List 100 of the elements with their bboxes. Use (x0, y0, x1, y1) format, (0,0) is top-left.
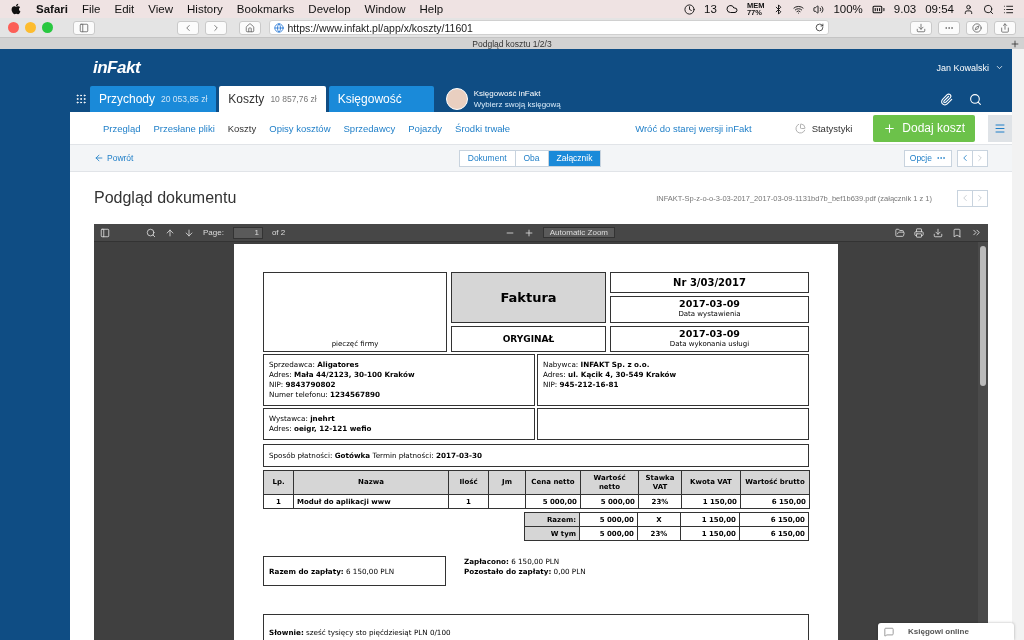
cloud-icon (725, 3, 738, 15)
apple-logo-icon[interactable] (10, 3, 22, 15)
sidebar-button[interactable] (73, 20, 95, 35)
arrow-down-icon[interactable] (184, 227, 194, 238)
menubar-date: 9.03 (893, 3, 917, 15)
chevron-left-icon (960, 153, 970, 163)
menu-item[interactable]: History (187, 3, 223, 15)
browser-tab[interactable]: Podgląd kosztu 1/2/3 (472, 38, 552, 49)
menu-item[interactable]: Window (364, 3, 406, 15)
compass-button[interactable] (966, 20, 988, 35)
menu-item[interactable]: Bookmarks (236, 3, 295, 15)
page-count: of 2 (271, 228, 286, 237)
page-number-field[interactable]: 1 (232, 226, 263, 239)
new-tab-icon[interactable] (1010, 39, 1020, 49)
old-version-link[interactable]: Wróć do starej wersji inFakt (635, 122, 752, 134)
view-toggle[interactable]: Załącznik (547, 149, 602, 167)
back-link[interactable]: Powrót (94, 153, 134, 163)
view-toggle[interactable]: Dokument (458, 149, 516, 167)
compass-icon (972, 22, 982, 33)
downloads-button[interactable] (910, 20, 932, 35)
app-logo[interactable]: inFakt (93, 57, 141, 78)
subnav-link[interactable]: Opisy kosztów (269, 122, 331, 134)
menu-item[interactable]: Help (419, 3, 444, 15)
arrow-left-icon (94, 153, 104, 163)
menubar-time: 09:54 (925, 3, 954, 15)
accountant-name: Księgowość inFakt (473, 88, 542, 99)
browser-scrollbar[interactable] (1012, 49, 1024, 640)
subnav-link[interactable]: Przegląd (103, 122, 141, 134)
search-icon (983, 3, 994, 15)
zoom-button[interactable] (42, 22, 53, 33)
download-icon[interactable] (933, 227, 943, 238)
home-icon (244, 22, 255, 33)
menu-item[interactable]: Safari (36, 3, 68, 15)
user-menu[interactable]: Jan Kowalski (936, 62, 1004, 73)
reload-icon[interactable] (814, 23, 824, 32)
print-icon[interactable] (914, 227, 924, 238)
chevron-right-icon (975, 193, 985, 203)
arrow-up-icon[interactable] (165, 227, 175, 238)
share-icon (1000, 22, 1010, 33)
bookmark-icon[interactable] (952, 227, 962, 238)
menu-item[interactable]: Edit (114, 3, 135, 15)
invoice-number: Nr 3/03/2017 (610, 272, 809, 293)
wifi-icon (793, 3, 805, 15)
view-toggle[interactable]: Oba (514, 149, 549, 167)
subnav-link[interactable]: Sprzedawcy (343, 122, 396, 134)
home-button[interactable] (238, 20, 261, 35)
search-icon[interactable] (969, 92, 982, 106)
next-button[interactable] (972, 189, 988, 207)
chat-button[interactable]: Księgowi online (878, 623, 1014, 640)
subnav-link[interactable]: Pojazdy (408, 122, 443, 134)
apps-grid-icon[interactable] (75, 93, 87, 105)
original-label: ORYGINAŁ (451, 326, 606, 352)
choose-accountant-link[interactable]: Wybierz swoją księgową (473, 99, 561, 110)
main-tab[interactable]: Przychody 20 053,85 zł (90, 86, 217, 112)
close-button[interactable] (8, 22, 19, 33)
chevron-right-icon (975, 153, 985, 163)
double-chevron-icon[interactable] (971, 227, 982, 238)
menu-item[interactable]: View (148, 3, 174, 15)
notification-count: 13 (704, 3, 717, 15)
scrollbar-thumb[interactable] (980, 246, 986, 386)
chat-bubble-icon (884, 626, 894, 637)
date-value: 2017-03-09 (679, 328, 740, 339)
previous-button[interactable] (957, 149, 973, 167)
sidebar-toggle-icon[interactable] (100, 227, 110, 238)
main-tab[interactable]: Księgowość (328, 86, 434, 112)
volume-icon (813, 3, 825, 15)
download-icon (916, 22, 926, 33)
clock-icon (684, 3, 696, 15)
address-field[interactable]: https://www.infakt.pl/app/x/koszty/11601 (268, 20, 829, 35)
back-button[interactable] (176, 20, 199, 35)
sidebar-icon (79, 22, 89, 33)
previous-button[interactable] (957, 189, 973, 207)
more-button[interactable] (938, 20, 960, 35)
list-icon (1003, 3, 1014, 15)
menu-button[interactable] (988, 114, 1012, 142)
folder-icon[interactable] (895, 227, 905, 238)
user-icon (963, 3, 974, 15)
forward-button[interactable] (204, 20, 227, 35)
chevron-down-icon (995, 63, 1004, 72)
subnav-link[interactable]: Przesłane pliki (153, 122, 215, 134)
globe-icon (273, 22, 284, 33)
search-icon[interactable] (146, 227, 156, 238)
statistics-link[interactable]: Statystyki (811, 122, 853, 134)
zoom-in-icon[interactable] (523, 227, 534, 238)
options-button[interactable]: Opcje (903, 149, 952, 167)
battery-percent: 100% (833, 3, 863, 15)
subnav-link[interactable]: Środki trwałe (455, 122, 510, 134)
avatar (445, 88, 468, 110)
paperclip-icon[interactable] (940, 92, 953, 106)
zoom-select[interactable]: Automatic Zoom (542, 227, 615, 238)
menu-item[interactable]: Develop (308, 3, 351, 15)
main-tab[interactable]: Koszty 10 857,76 zł (219, 86, 326, 112)
page-title: Podgląd dokumentu (94, 189, 237, 207)
page-label: Page: (203, 228, 224, 237)
chevron-left-icon (960, 193, 970, 203)
invoice-title: Faktura (451, 272, 606, 323)
subnav-link[interactable]: Koszty (227, 122, 257, 134)
menu-item[interactable]: File (81, 3, 101, 15)
share-button[interactable] (994, 20, 1016, 35)
date-value: 2017-03-09 (679, 299, 740, 310)
